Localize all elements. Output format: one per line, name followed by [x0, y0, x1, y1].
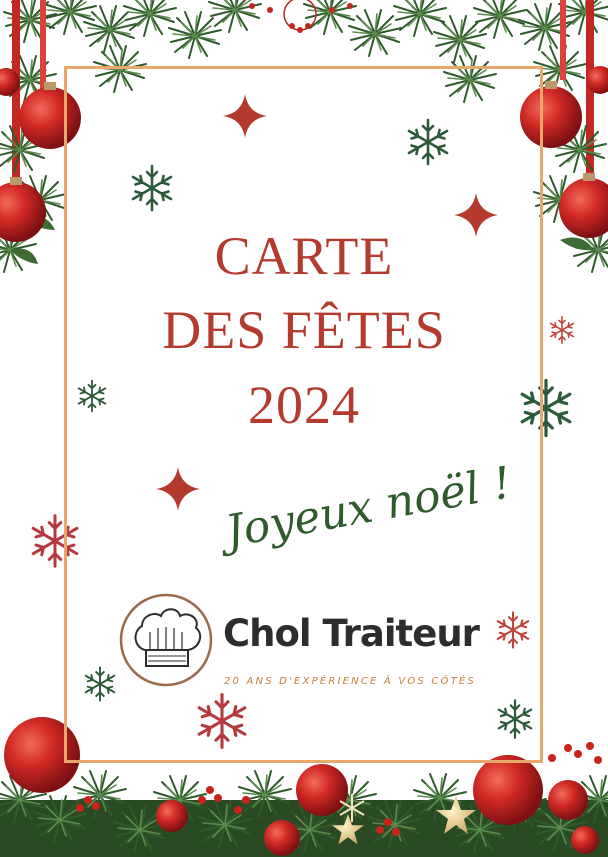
title-line-3: 2024 — [248, 375, 360, 435]
chef-hat-icon — [119, 593, 213, 687]
title-line-1: CARTE — [214, 226, 394, 286]
brand-name: Chol Traiteur — [223, 612, 480, 655]
brand-logo: Chol Traiteur 20 ANS D'EXPÉRIENCE À VOS … — [118, 592, 488, 692]
greeting-text: Joyeux noël ! — [218, 457, 515, 559]
brand-tagline: 20 ANS D'EXPÉRIENCE À VOS CÔTÉS — [224, 676, 476, 687]
title-line-2: DES FÊTES — [162, 300, 446, 360]
christmas-menu-cover: CARTE DES FÊTES 2024 Joyeux noël ! Chol … — [0, 0, 608, 857]
greeting-script: Joyeux noël ! — [218, 457, 515, 559]
